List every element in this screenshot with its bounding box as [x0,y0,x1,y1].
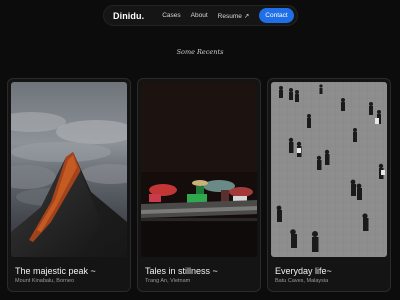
section-label: Some Recents [176,48,224,56]
card-tales-in-stillness[interactable]: Tales in stillness ~ Trang An, Vietnam [137,78,261,292]
photo-crowd-square [271,82,387,257]
arrow-up-right-icon: ↗ [243,12,250,20]
card-title: Tales in stillness ~ [145,266,218,276]
brand-logo[interactable]: Dinidu. [113,11,144,21]
card-majestic-peak[interactable]: The majestic peak ~ Mount Kinabalu, Born… [7,78,131,292]
page: Dinidu. Cases About Resume ↗ Contact Some… [0,0,400,300]
card-subtitle: Batu Caves, Malaysia [275,278,329,284]
top-nav: Dinidu. Cases About Resume ↗ Contact [103,5,298,26]
nav-link-resume-label: Resume [217,12,242,20]
photo-boats-river [141,82,257,257]
card-subtitle: Trang An, Vietnam [145,278,191,284]
nav-link-resume[interactable]: Resume ↗ [218,12,250,20]
card-subtitle: Mount Kinabalu, Borneo [15,278,75,284]
card-title: The majestic peak ~ [15,266,96,276]
nav-link-about[interactable]: About [191,12,208,19]
nav-link-cases[interactable]: Cases [162,12,180,19]
card-title: Everyday life~ [275,266,332,276]
contact-button[interactable]: Contact [259,8,294,23]
photo-mountain-peak [11,82,127,257]
card-everyday-life[interactable]: Everyday life~ Batu Caves, Malaysia [267,78,391,292]
